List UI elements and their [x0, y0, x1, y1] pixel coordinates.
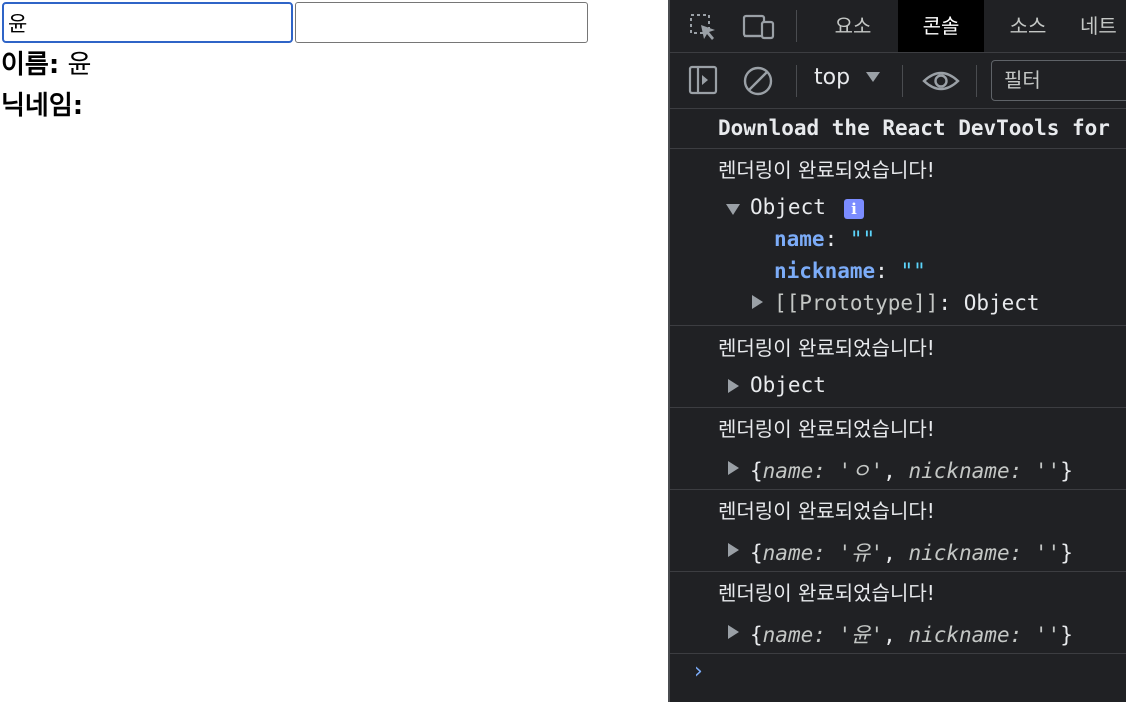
nickname-label: 닉네임:	[1, 91, 84, 121]
console-prompt[interactable]: ›	[694, 659, 703, 684]
react-devtools-message: Download the React DevTools for	[718, 116, 1110, 140]
tabbar-divider	[796, 10, 797, 42]
object-preview[interactable]: {name: '유', nickname: ''}	[750, 537, 1073, 567]
toolbar-divider-2	[902, 65, 903, 97]
triangle-right-icon[interactable]	[752, 295, 763, 309]
object-label[interactable]: Object	[750, 373, 826, 397]
object-label[interactable]: Object	[750, 195, 826, 219]
toolbar-divider-3	[976, 65, 977, 97]
console-message: 렌더링이 완료되었습니다! {name: 'ㅇ', nickname: ''}	[670, 408, 1126, 490]
tab-elements[interactable]: 요소	[813, 0, 893, 52]
console-message: Download the React DevTools for	[670, 109, 1126, 149]
object-property: name: ""	[774, 227, 876, 251]
render-done-message: 렌더링이 완료되었습니다!	[718, 336, 935, 360]
prototype-property[interactable]: [[Prototype]]: Object	[774, 291, 1040, 315]
triangle-down-icon[interactable]	[726, 204, 740, 215]
triangle-right-icon[interactable]	[728, 543, 739, 557]
filter-input[interactable]: 필터	[991, 60, 1126, 101]
console-message: 렌더링이 완료되었습니다! {name: '윤', nickname: ''}	[670, 572, 1126, 654]
tab-console[interactable]: 콘솔	[898, 0, 984, 52]
clear-console-icon[interactable]	[742, 65, 774, 101]
console-message: 렌더링이 완료되었습니다! Object	[670, 326, 1126, 408]
info-icon[interactable]: i	[844, 199, 864, 219]
eye-icon[interactable]	[922, 65, 960, 101]
name-value: 윤	[67, 50, 92, 80]
name-input[interactable]	[2, 2, 293, 43]
triangle-right-icon[interactable]	[728, 625, 739, 639]
object-preview[interactable]: {name: '윤', nickname: ''}	[750, 619, 1073, 649]
inspect-element-icon[interactable]	[688, 12, 718, 46]
device-toolbar-icon[interactable]	[742, 12, 776, 46]
chevron-down-icon[interactable]	[866, 72, 880, 82]
name-display: 이름: 윤	[1, 50, 91, 80]
render-done-message: 렌더링이 완료되었습니다!	[718, 158, 935, 182]
name-label: 이름:	[1, 50, 60, 80]
console-toolbar: top 필터	[670, 53, 1126, 109]
triangle-right-icon[interactable]	[728, 379, 739, 393]
nickname-display: 닉네임:	[1, 91, 83, 121]
tab-sources[interactable]: 소스	[988, 0, 1068, 52]
render-done-message: 렌더링이 완료되었습니다!	[718, 417, 935, 441]
app-page: 이름: 윤 닉네임:	[0, 0, 668, 702]
render-done-message: 렌더링이 완료되었습니다!	[718, 581, 935, 605]
devtools-tabbar: 요소 콘솔 소스 네트	[670, 0, 1126, 53]
tab-network[interactable]: 네트	[1080, 0, 1126, 52]
toolbar-divider	[796, 65, 797, 97]
object-property: nickname: ""	[774, 259, 926, 283]
devtools-panel: 요소 콘솔 소스 네트 top 필터 Download the React De…	[668, 0, 1126, 702]
sidebar-toggle-icon[interactable]	[688, 65, 718, 99]
object-preview[interactable]: {name: 'ㅇ', nickname: ''}	[750, 455, 1073, 485]
triangle-right-icon[interactable]	[728, 461, 739, 475]
console-message: 렌더링이 완료되었습니다! {name: '유', nickname: ''}	[670, 490, 1126, 572]
nickname-input[interactable]	[295, 2, 588, 43]
render-done-message: 렌더링이 완료되었습니다!	[718, 499, 935, 523]
console-message: 렌더링이 완료되었습니다! Object i name: "" nickname…	[670, 149, 1126, 326]
context-selector[interactable]: top	[814, 65, 850, 90]
